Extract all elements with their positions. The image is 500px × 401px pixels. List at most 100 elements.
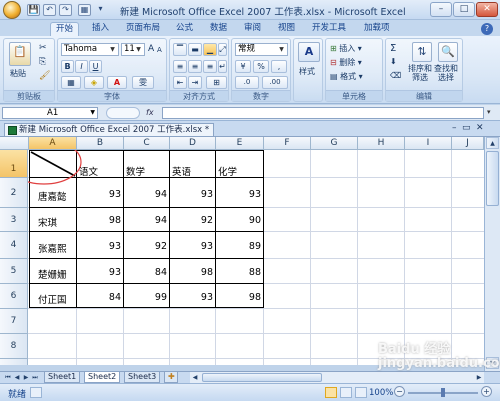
find-select-icon[interactable]: 🔍 (438, 42, 458, 62)
column-header-c[interactable]: C (124, 137, 170, 150)
score-cell[interactable]: 93 (79, 267, 121, 278)
score-cell[interactable]: 92 (126, 241, 167, 252)
fill-color-button[interactable]: ◈ (84, 76, 104, 89)
align-right-icon[interactable]: ≡ (203, 60, 217, 73)
tab-addins[interactable]: 加载项 (359, 22, 395, 36)
currency-button[interactable]: ¥ (235, 60, 251, 73)
align-left-icon[interactable]: ≡ (173, 60, 187, 73)
sheet-tab-sheet3[interactable]: Sheet3 (124, 372, 161, 383)
score-cell[interactable]: 93 (79, 189, 121, 200)
select-all-corner[interactable] (0, 137, 29, 150)
paste-label[interactable]: 粘贴 (10, 68, 26, 79)
vertical-scrollbar[interactable]: ▲ ▼ (484, 137, 500, 371)
row-header-1[interactable]: 1 (0, 150, 28, 178)
tab-view[interactable]: 视图 (273, 22, 300, 36)
tab-insert[interactable]: 插入 (87, 22, 114, 36)
page-layout-view-icon[interactable] (340, 387, 352, 398)
column-header-g[interactable]: G (311, 137, 358, 150)
insert-function-icon[interactable]: fx (146, 107, 160, 119)
find-select-label[interactable]: 查找和 选择 (434, 64, 458, 82)
sheet-tab-sheet1[interactable]: Sheet1 (44, 372, 81, 383)
print-preview-icon[interactable]: ▦ (78, 4, 91, 16)
column-header-h[interactable]: H (358, 137, 405, 150)
score-cell[interactable]: 94 (126, 189, 167, 200)
minimize-button[interactable]: – (430, 2, 452, 17)
score-cell[interactable]: 89 (218, 241, 261, 252)
wrap-text-icon[interactable]: ↵ (218, 60, 227, 73)
row-header-3[interactable]: 3 (0, 208, 28, 232)
paste-icon[interactable]: 📋 (9, 42, 31, 66)
merge-center-icon[interactable]: ⊞ (206, 76, 227, 89)
row-header-6[interactable]: 6 (0, 284, 28, 309)
tab-developer[interactable]: 开发工具 (307, 22, 351, 36)
row-header-4[interactable]: 4 (0, 232, 28, 259)
align-top-icon[interactable]: ▔ (173, 43, 187, 56)
score-cell[interactable]: 93 (79, 241, 121, 252)
score-cell[interactable]: 93 (172, 292, 213, 303)
tab-review[interactable]: 审阅 (239, 22, 266, 36)
student-name-cell[interactable]: 宋琪 (38, 215, 57, 229)
score-cell[interactable]: 99 (126, 292, 167, 303)
header-cell-english[interactable]: 英语 (172, 164, 191, 178)
zoom-level[interactable]: 100% (369, 388, 393, 398)
column-header-b[interactable]: B (77, 137, 124, 150)
column-header-e[interactable]: E (216, 137, 264, 150)
student-name-cell[interactable]: 唐嘉懿 (38, 189, 67, 203)
expand-formula-icon[interactable]: ▾ (487, 108, 491, 116)
document-tab[interactable]: 新建 Microsoft Office Excel 2007 工作表.xlsx … (4, 123, 215, 136)
grow-font-icon[interactable]: A (148, 44, 154, 54)
help-icon[interactable]: ? (481, 23, 493, 35)
format-painter-icon[interactable]: 🖌 (39, 71, 50, 81)
score-cell[interactable]: 93 (172, 241, 213, 252)
cut-icon[interactable]: ✂ (39, 43, 47, 53)
score-cell[interactable]: 93 (218, 189, 261, 200)
worksheet-grid[interactable]: A B C D E F G H I J 1 2 3 4 5 6 7 8 9 语文… (0, 137, 484, 365)
row-header-2[interactable]: 2 (0, 178, 28, 208)
scroll-up-icon[interactable]: ▲ (486, 137, 499, 149)
tab-home[interactable]: 开始 (50, 22, 80, 36)
score-cell[interactable]: 98 (218, 292, 261, 303)
underline-button[interactable]: U (89, 60, 102, 73)
delete-cells-button[interactable]: ⊟ 删除 ▾ (330, 57, 362, 68)
comma-button[interactable]: , (271, 60, 287, 73)
redo-icon[interactable]: ↷ (59, 4, 72, 16)
italic-button[interactable]: I (75, 60, 88, 73)
decrease-indent-icon[interactable]: ⇤ (173, 76, 187, 89)
zoom-slider-thumb[interactable] (441, 388, 445, 397)
office-button[interactable] (3, 1, 21, 19)
percent-button[interactable]: % (253, 60, 269, 73)
header-cell-chemistry[interactable]: 化学 (218, 164, 237, 178)
score-cell[interactable]: 84 (126, 267, 167, 278)
score-cell[interactable]: 88 (218, 267, 261, 278)
prev-sheet-icon[interactable]: ◀ (13, 373, 21, 382)
phonetic-button[interactable]: 雯 (132, 76, 154, 89)
font-color-button[interactable]: A (107, 76, 127, 89)
orientation-icon[interactable]: ⤢ (218, 43, 227, 56)
horizontal-scroll-thumb[interactable] (202, 373, 322, 382)
maximize-button[interactable]: □ (453, 2, 475, 17)
page-break-view-icon[interactable] (355, 387, 367, 398)
clear-icon[interactable]: ⌫ (390, 71, 401, 80)
styles-icon[interactable]: A (298, 42, 320, 62)
column-header-i[interactable]: I (405, 137, 452, 150)
row-header-5[interactable]: 5 (0, 259, 28, 284)
doc-minimize-icon[interactable]: – (452, 123, 457, 133)
tab-data[interactable]: 数据 (205, 22, 232, 36)
tab-page-layout[interactable]: 页面布局 (121, 22, 165, 36)
row-header-8[interactable]: 8 (0, 334, 28, 359)
sort-filter-icon[interactable]: ⇅ (412, 42, 432, 62)
align-bottom-icon[interactable]: ▁ (203, 43, 217, 56)
score-cell[interactable]: 90 (218, 215, 261, 226)
row-header-7[interactable]: 7 (0, 309, 28, 334)
student-name-cell[interactable]: 付正国 (38, 292, 67, 306)
zoom-out-icon[interactable]: − (394, 386, 405, 397)
doc-close-icon[interactable]: ✕ (476, 123, 484, 133)
row-header-9[interactable]: 9 (0, 359, 28, 365)
fill-icon[interactable]: ⬇ (390, 57, 397, 66)
name-box[interactable]: A1 ▼ (2, 107, 98, 119)
autosum-icon[interactable]: Σ (390, 43, 396, 54)
copy-icon[interactable]: ⎘ (39, 57, 46, 67)
align-center-icon[interactable]: ≡ (188, 60, 202, 73)
last-sheet-icon[interactable]: ⏭ (31, 373, 39, 382)
font-size-dropdown[interactable]: 11 ▼ (121, 43, 145, 56)
